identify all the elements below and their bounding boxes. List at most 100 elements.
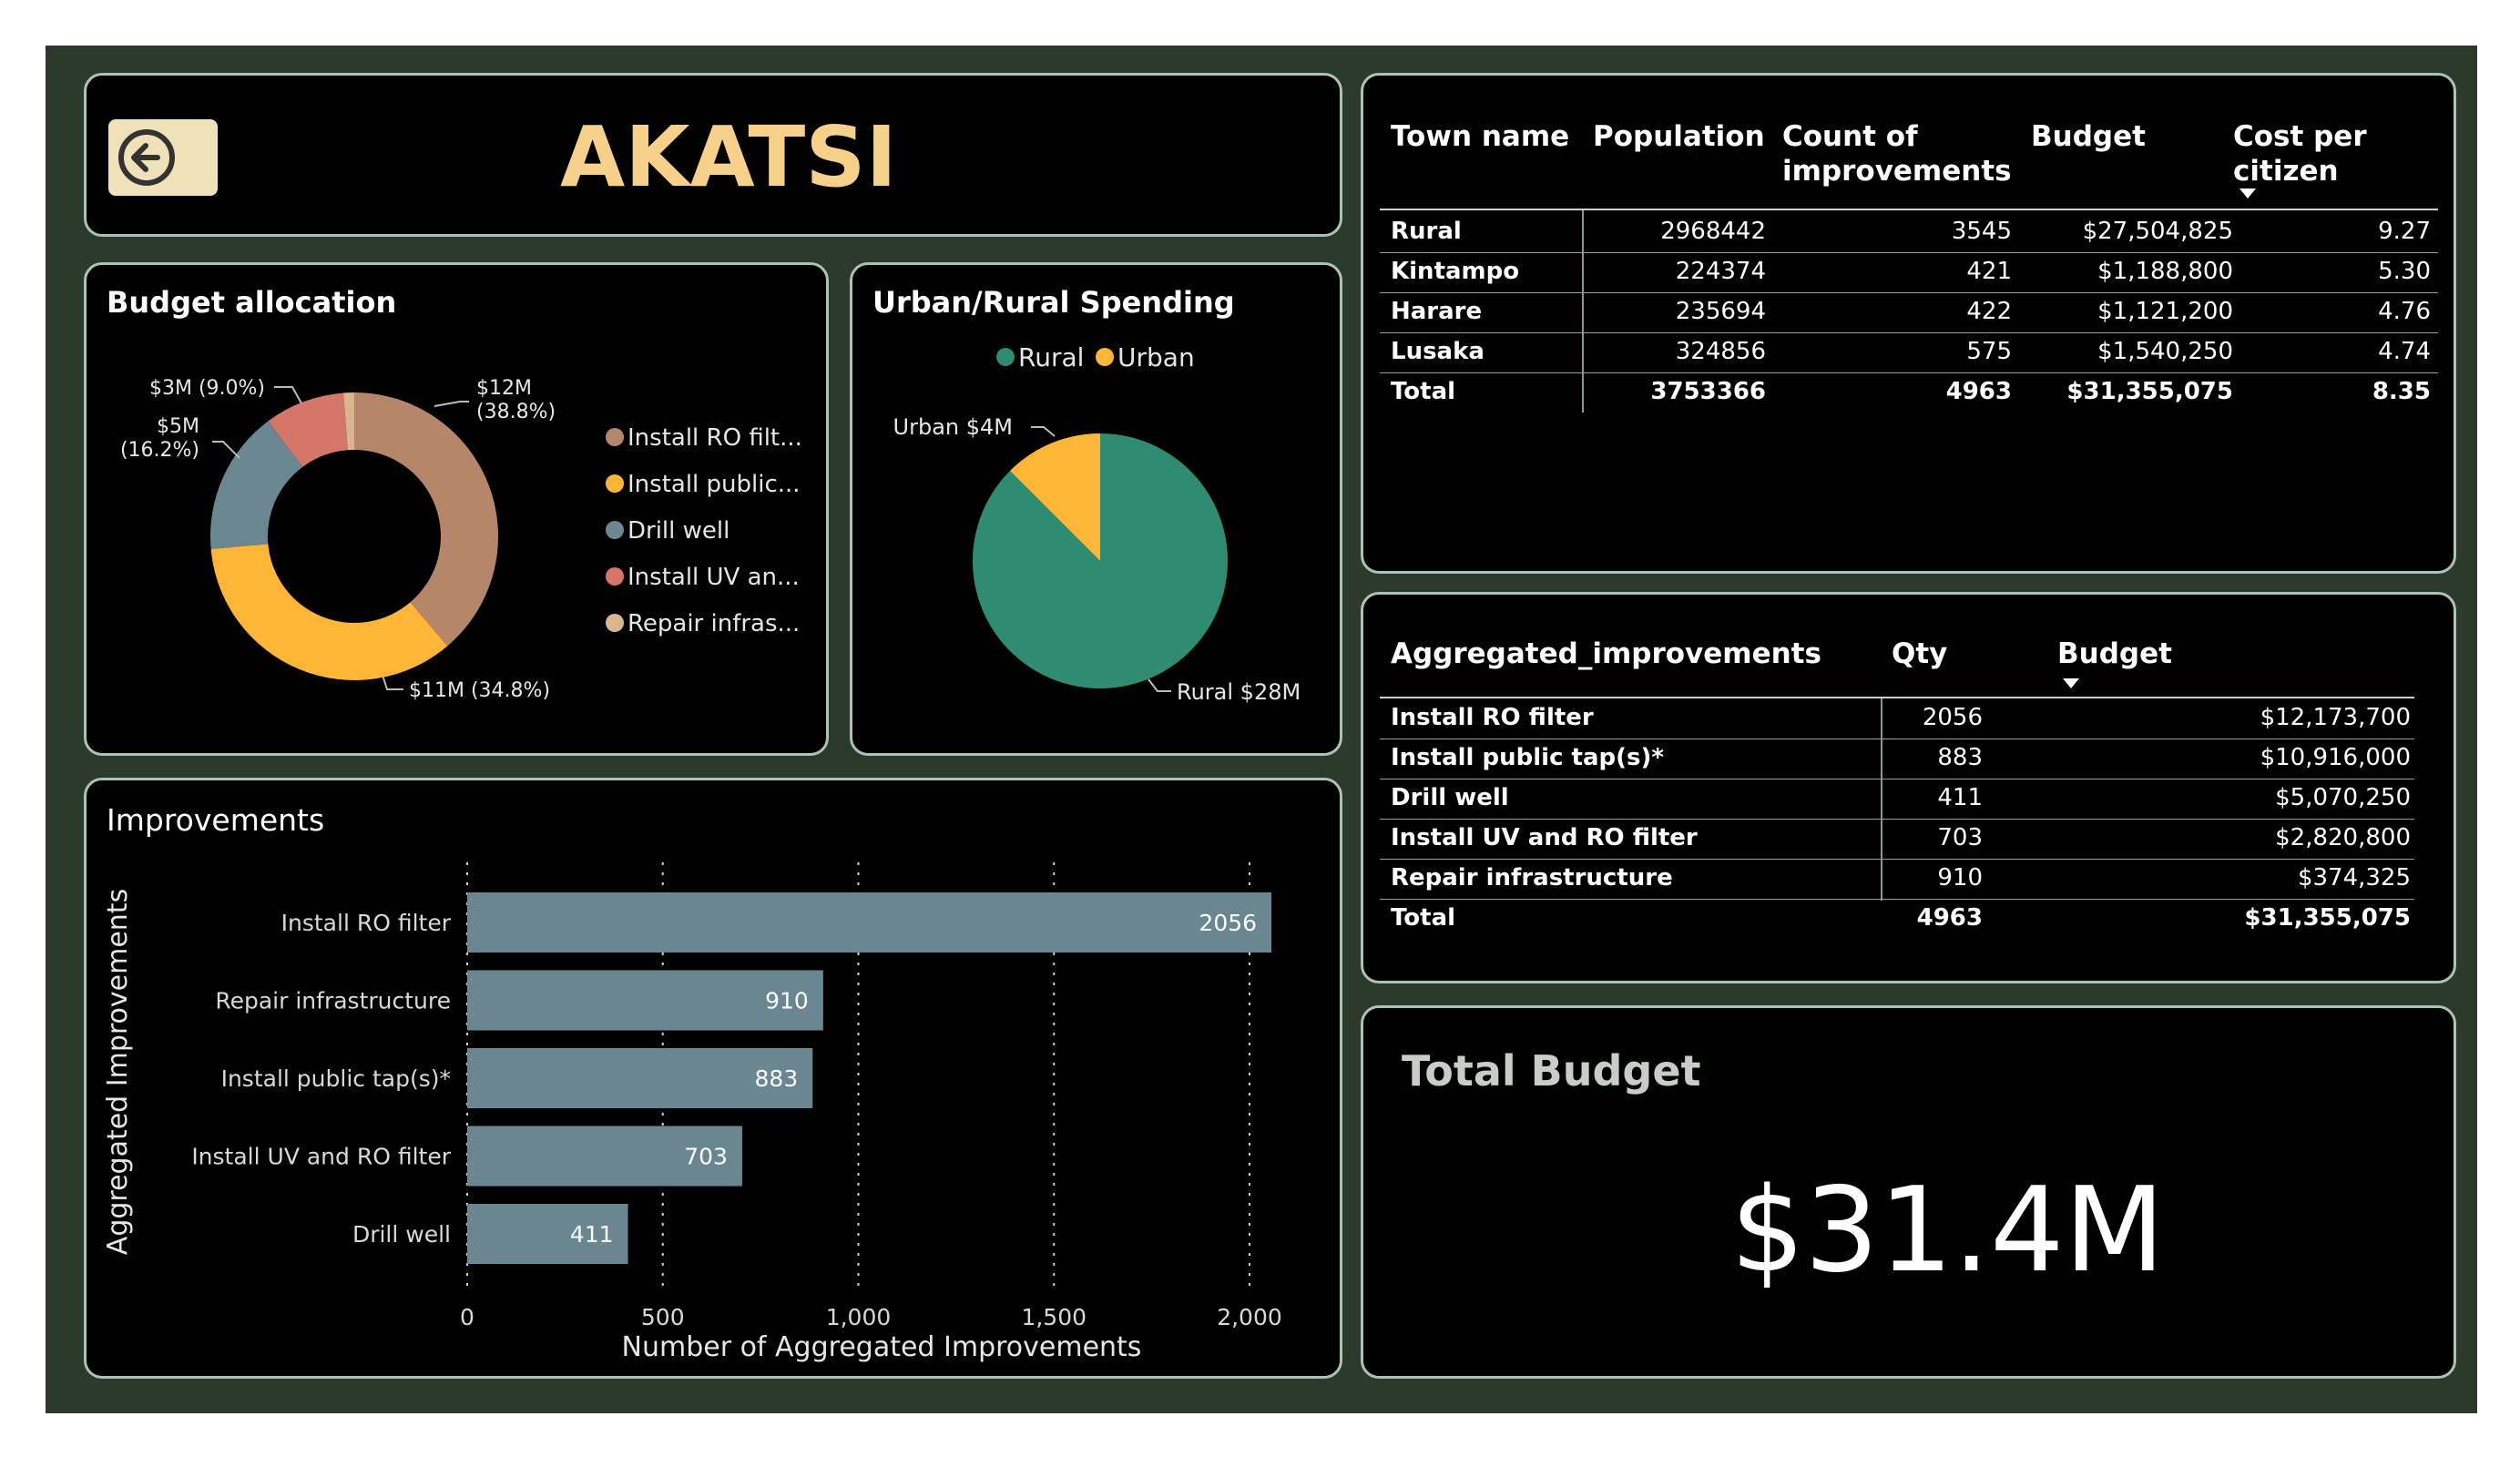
pie-label-leader (1031, 426, 1056, 437)
donut-data-label: $5M (16.2%) (120, 415, 199, 462)
improvements-bar-chart: Install RO filter Repair infrastructure In… (102, 862, 1282, 1363)
arrow-left-circle-icon (118, 129, 175, 186)
pie-label-leader (1148, 678, 1171, 692)
town-name-cell: Kintampo (1391, 258, 1520, 285)
budget-cell: $31,355,075 (2244, 904, 2411, 932)
bar-value-label: 883 (755, 1065, 799, 1092)
legend-item-label: Repair infras... (627, 610, 800, 637)
column-header: Cost per citizen (2233, 120, 2367, 188)
donut-label-leader (274, 386, 302, 404)
qty-cell: 4963 (1916, 904, 1983, 932)
town-name-cell: Rural (1391, 218, 1462, 245)
y-axis-label: Aggregated Improvements (102, 889, 134, 1255)
qty-cell: 703 (1937, 824, 1983, 851)
table-cell: 235694 (1675, 298, 1766, 325)
legend-item-label: Drill well (627, 517, 729, 545)
pie-data-label: Urban $4M (893, 414, 1013, 440)
legend-swatch (606, 567, 624, 586)
table-cell: 3545 (1951, 218, 2012, 245)
legend-item-label: Install UV an... (627, 564, 800, 591)
total-label: Total (1391, 904, 1456, 932)
donut-data-label: $12M (38.8%) (476, 377, 556, 423)
legend-swatch (1096, 348, 1114, 366)
aggregated-table-panel: Aggregated_improvements Qty Budget Install … (1361, 592, 2456, 983)
legend-item-label: Urban (1117, 342, 1195, 372)
y-category-label: Repair infrastructure (215, 988, 451, 1014)
table-cell: 3753366 (1650, 378, 1766, 405)
bar (467, 892, 1272, 953)
table-cell: 8.35 (2372, 378, 2431, 405)
row-divider (1380, 372, 2438, 373)
improvement-name-cell: Drill well (1391, 784, 1509, 811)
qty-cell: 411 (1937, 784, 1983, 811)
back-button[interactable] (108, 119, 218, 196)
town-table-panel: Town name Population Count of improvements… (1361, 73, 2456, 574)
legend-item-label: Install RO filt... (627, 424, 802, 452)
table-cell: $27,504,825 (2082, 218, 2233, 245)
budget-cell: $12,173,700 (2260, 704, 2411, 731)
legend-item-label: Install public... (627, 471, 801, 498)
total-budget-label: Total Budget (1402, 1046, 1701, 1095)
table-cell: $31,355,075 (2066, 378, 2233, 405)
improvements-panel: Improvements Install RO filter Repair inf… (84, 778, 1342, 1379)
town-name-cell: Harare (1391, 298, 1483, 325)
aggregated-table: Aggregated_improvements Qty Budget Install … (1363, 595, 2459, 986)
y-category-label: Install UV and RO filter (191, 1144, 451, 1170)
legend-swatch (606, 474, 624, 493)
budget-cell: $10,916,000 (2260, 744, 2411, 771)
column-header: Population (1593, 120, 1765, 153)
page-title: AKATSI (560, 108, 897, 206)
x-tick-label: 1,000 (826, 1304, 892, 1330)
donut-label-leader (434, 401, 469, 407)
legend-swatch (606, 614, 624, 632)
improvement-name-cell: Install UV and RO filter (1391, 824, 1698, 851)
y-category-label: Drill well (352, 1221, 451, 1248)
budget-donut-chart: $12M (38.8%) $11M (34.8%) $5M (16.2%) $3M (9.… (120, 377, 802, 702)
column-header: Town name (1391, 120, 1570, 153)
donut-data-label: $11M (34.8%) (409, 679, 550, 702)
column-header: Aggregated_improvements (1391, 637, 1821, 670)
row-divider (1380, 819, 2414, 820)
x-tick-label: 1,500 (1021, 1304, 1087, 1330)
row-divider (1380, 252, 2438, 253)
table-cell: 5.30 (2378, 258, 2431, 285)
budget-cell: $2,820,800 (2275, 824, 2411, 851)
table-cell: 4.76 (2378, 298, 2431, 325)
y-category-label: Install public tap(s)* (221, 1065, 451, 1092)
sort-desc-icon (2239, 188, 2256, 199)
table-cell: 224374 (1675, 258, 1766, 285)
urban-rural-pie-chart: Rural Urban Urban $4M Rural $28M (893, 342, 1301, 705)
header-divider (1380, 209, 2438, 210)
budget-allocation-panel: Budget allocation $12M (38.8%) $11M (34.8%… (84, 262, 829, 756)
legend-item-label: Rural (1018, 342, 1084, 372)
table-cell: $1,540,250 (2097, 338, 2233, 365)
total-label: Total (1391, 378, 1456, 405)
legend-swatch (606, 428, 624, 446)
donut-data-label: $3M (9.0%) (149, 377, 265, 400)
header-divider (1380, 697, 2414, 698)
table-cell: $1,188,800 (2097, 258, 2233, 285)
bar-value-label: 411 (570, 1221, 614, 1248)
x-axis-label: Number of Aggregated Improvements (622, 1331, 1142, 1363)
table-cell: 9.27 (2378, 218, 2431, 245)
column-header: Budget (2057, 637, 2172, 670)
legend-swatch (606, 521, 624, 539)
table-cell: 324856 (1675, 338, 1766, 365)
column-header: Budget (2031, 120, 2146, 153)
table-cell: 575 (1966, 338, 2012, 365)
row-divider (1380, 859, 2414, 860)
donut-slice (354, 392, 499, 647)
town-table: Town name Population Count of improvements… (1363, 76, 2459, 576)
qty-cell: 2056 (1922, 704, 1983, 731)
total-budget-value: $31.4M (1730, 1163, 2165, 1299)
town-name-cell: Lusaka (1391, 338, 1484, 365)
header-panel: AKATSI (84, 73, 1342, 237)
total-budget-panel: Total Budget $31.4M (1361, 1005, 2456, 1379)
table-cell: 2968442 (1660, 218, 1766, 245)
column-header: Qty (1892, 637, 1948, 670)
table-cell: 421 (1966, 258, 2012, 285)
sort-desc-icon (2063, 678, 2079, 688)
y-category-label: Install RO filter (281, 910, 452, 936)
x-tick-label: 500 (641, 1304, 685, 1330)
table-cell: 4.74 (2378, 338, 2431, 365)
